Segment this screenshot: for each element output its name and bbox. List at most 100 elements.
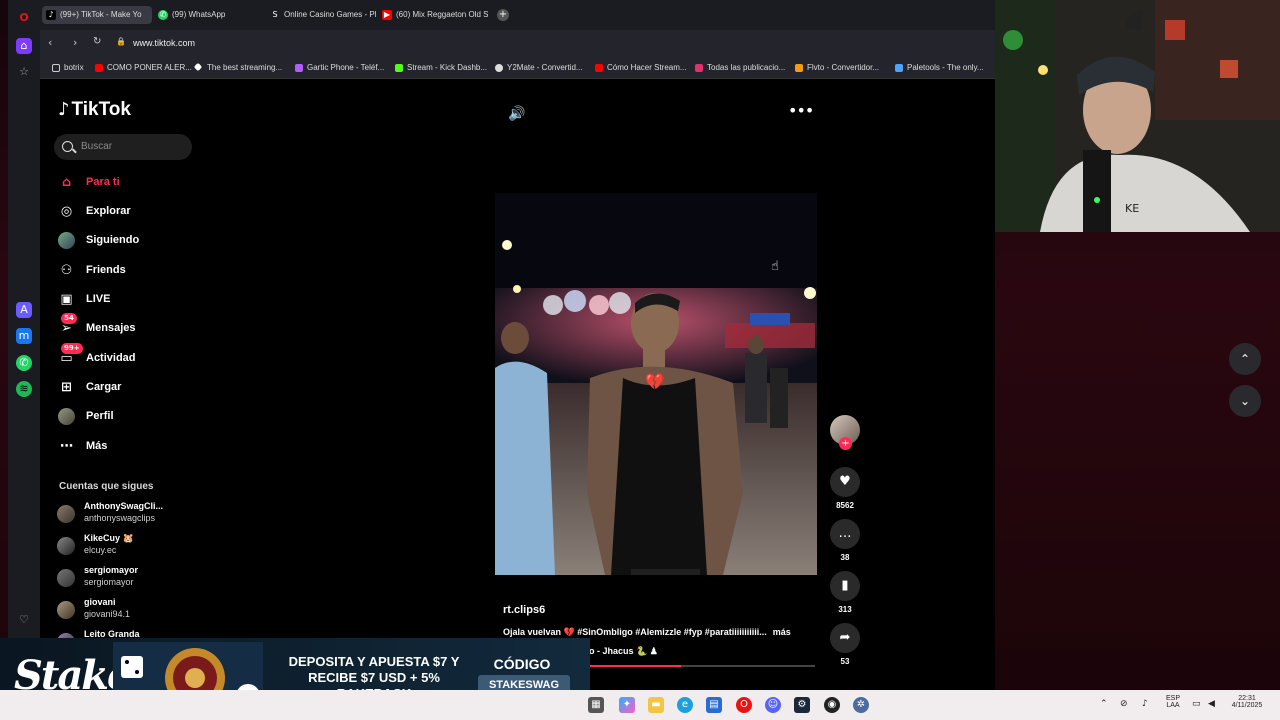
tab-tiktok[interactable]: ♪ (99+) TikTok - Make Yo (42, 6, 152, 24)
comment-icon: … (830, 519, 860, 549)
following-account[interactable]: giovani giovani94.1 (57, 597, 197, 623)
home-icon[interactable]: ⌂ (16, 38, 32, 54)
video-player[interactable]: 💔 (495, 193, 817, 575)
folder-icon[interactable]: ▬ (648, 697, 664, 713)
bookmark-item[interactable]: Gartic Phone - Teléf... (295, 61, 384, 75)
bookmark-item[interactable]: Todas las publicacio... (695, 61, 785, 75)
like-button[interactable]: ♥ 8562 (830, 467, 862, 510)
paletools-icon (895, 64, 903, 72)
tab-youtube[interactable]: ▶ (60) Mix Reggaeton Old S (378, 6, 488, 24)
home-icon: ⌂ (61, 175, 72, 190)
bookmark-item[interactable]: Cómo Hacer Stream... (595, 61, 687, 75)
save-button[interactable]: ▮ 313 (830, 571, 862, 614)
account-name: sergiomayor (84, 565, 139, 575)
nav-explorar[interactable]: ◎ Explorar (58, 200, 208, 222)
microphone-icon[interactable]: ♪ (1142, 699, 1148, 709)
whatsapp-icon[interactable]: ✆ (16, 355, 32, 371)
messenger-icon[interactable]: m (16, 328, 32, 344)
folder-icon (52, 64, 60, 72)
store-icon[interactable]: ▤ (706, 697, 722, 713)
scroll-down-button[interactable]: ⌄ (1229, 385, 1261, 417)
back-icon[interactable]: ‹ (48, 36, 52, 49)
volume-icon[interactable]: ◀ (1208, 699, 1215, 709)
settings-icon[interactable]: ✲ (853, 697, 869, 713)
live-icon: ▣ (60, 292, 73, 307)
tab-stake[interactable]: S Online Casino Games - Pla (266, 6, 376, 24)
avatar (57, 505, 75, 523)
taskbar: ▦ ✦ ▬ e ▤ O ☺ ⚙ ◉ ✲ ⌃ ⊘ ♪ ESP LAA ▭ ◀ 22:… (0, 690, 1280, 720)
opera-logo-icon[interactable]: O (16, 10, 32, 26)
bookmark-item[interactable]: Y2Mate - Convertid... (495, 61, 583, 75)
save-count: 313 (838, 605, 852, 614)
scroll-up-button[interactable]: ⌃ (1229, 343, 1261, 375)
date: 4/11/2025 (1231, 702, 1263, 709)
copilot-icon[interactable]: ✦ (619, 697, 635, 713)
nav-siguiendo[interactable]: Siguiendo (58, 229, 208, 251)
comment-button[interactable]: … 38 (830, 519, 862, 562)
bookmark-item[interactable]: COMO PONER ALER... (95, 61, 192, 75)
caption-more-link[interactable]: más (773, 627, 791, 637)
following-account[interactable]: KikeCuy 🐹 elcuy.ec (57, 533, 197, 559)
discord-icon[interactable]: ☺ (765, 697, 781, 713)
steam-icon[interactable]: ⚙ (794, 697, 810, 713)
account-name: giovani (84, 597, 116, 607)
nav-live[interactable]: ▣ LIVE (58, 288, 208, 310)
bookmark-item[interactable]: The best streaming... (193, 61, 282, 75)
nav-label: Siguiendo (86, 234, 140, 246)
following-account[interactable]: AnthonySwagCli... anthonyswagclips (57, 501, 197, 527)
tray-overflow-icon[interactable]: ⌃ (1100, 699, 1108, 709)
display-icon[interactable]: ▭ (1192, 699, 1201, 709)
nav-actividad[interactable]: ▭ 99+ Actividad (58, 343, 208, 369)
author-avatar-button[interactable]: + (830, 415, 862, 458)
bookmark-item[interactable]: botrix (52, 61, 84, 75)
nav-label: Mensajes (86, 322, 136, 334)
tiktok-logo[interactable]: ♪ TikTok (58, 99, 131, 121)
opera-icon[interactable]: O (736, 697, 752, 713)
profile-icon (58, 408, 75, 425)
nav-friends[interactable]: ⚇ Friends (58, 259, 208, 281)
nav-mas[interactable]: ⋯ Más (58, 435, 208, 457)
nav-label: Explorar (86, 205, 131, 217)
friends-icon: ⚇ (60, 263, 73, 278)
forward-icon[interactable]: › (73, 36, 77, 49)
bookmark-item[interactable]: Stream - Kick Dashb... (395, 61, 487, 75)
url-field[interactable]: www.tiktok.com (133, 38, 195, 48)
language-indicator[interactable]: ESP LAA (1162, 695, 1184, 709)
more-options-icon[interactable]: ••• (788, 103, 814, 123)
network-off-icon[interactable]: ⊘ (1120, 699, 1128, 709)
avatar (57, 569, 75, 587)
spotify-icon[interactable]: ≋ (16, 381, 32, 397)
nav-label: Actividad (86, 352, 136, 364)
nav-label: Para ti (86, 176, 120, 188)
following-account[interactable]: sergiomayor sergiomayor (57, 565, 197, 591)
heart-icon[interactable]: ♡ (16, 612, 32, 628)
tab-whatsapp[interactable]: ✆ (99) WhatsApp (154, 6, 264, 24)
clock[interactable]: 22:31 4/11/2025 (1226, 695, 1268, 709)
aria-icon[interactable]: A (16, 302, 32, 318)
account-handle: elcuy.ec (84, 545, 117, 555)
star-icon[interactable]: ☆ (16, 64, 32, 80)
nav-para-ti[interactable]: ⌂ Para ti (58, 171, 208, 193)
file-explorer-icon[interactable]: ▦ (588, 697, 604, 713)
reload-icon[interactable]: ↻ (93, 36, 101, 47)
nav-label: Perfil (86, 410, 114, 422)
bookmark-item[interactable]: Paletools - The only... (895, 61, 984, 75)
new-tab-button[interactable]: + (497, 9, 509, 21)
video-author[interactable]: rt.clips6 (503, 604, 545, 616)
nav-cargar[interactable]: ⊞ Cargar (58, 376, 208, 398)
nav-perfil[interactable]: Perfil (58, 405, 208, 427)
search-input[interactable]: Buscar (54, 134, 192, 160)
video-caption: Ojala vuelvan 💔 #SinOmbligo #Alemizzle #… (503, 627, 791, 638)
edge-icon[interactable]: e (677, 697, 693, 713)
video-music[interactable]: o - Jhacus 🐍 ♟ (589, 646, 658, 657)
nav-mensajes[interactable]: ➢ 54 Mensajes (58, 313, 208, 339)
obs-icon[interactable]: ◉ (824, 697, 840, 713)
follow-plus-icon[interactable]: + (839, 437, 852, 450)
bookmark-label: COMO PONER ALER... (107, 63, 192, 72)
bookmark-item[interactable]: Flvto - Convertidor... (795, 61, 879, 75)
lang-top: ESP (1165, 695, 1180, 702)
webcam-frame: KE (995, 0, 1280, 232)
nav-label: Más (86, 440, 108, 452)
share-button[interactable]: ➦ 53 (830, 623, 862, 666)
volume-icon[interactable]: 🔊 (508, 105, 526, 123)
